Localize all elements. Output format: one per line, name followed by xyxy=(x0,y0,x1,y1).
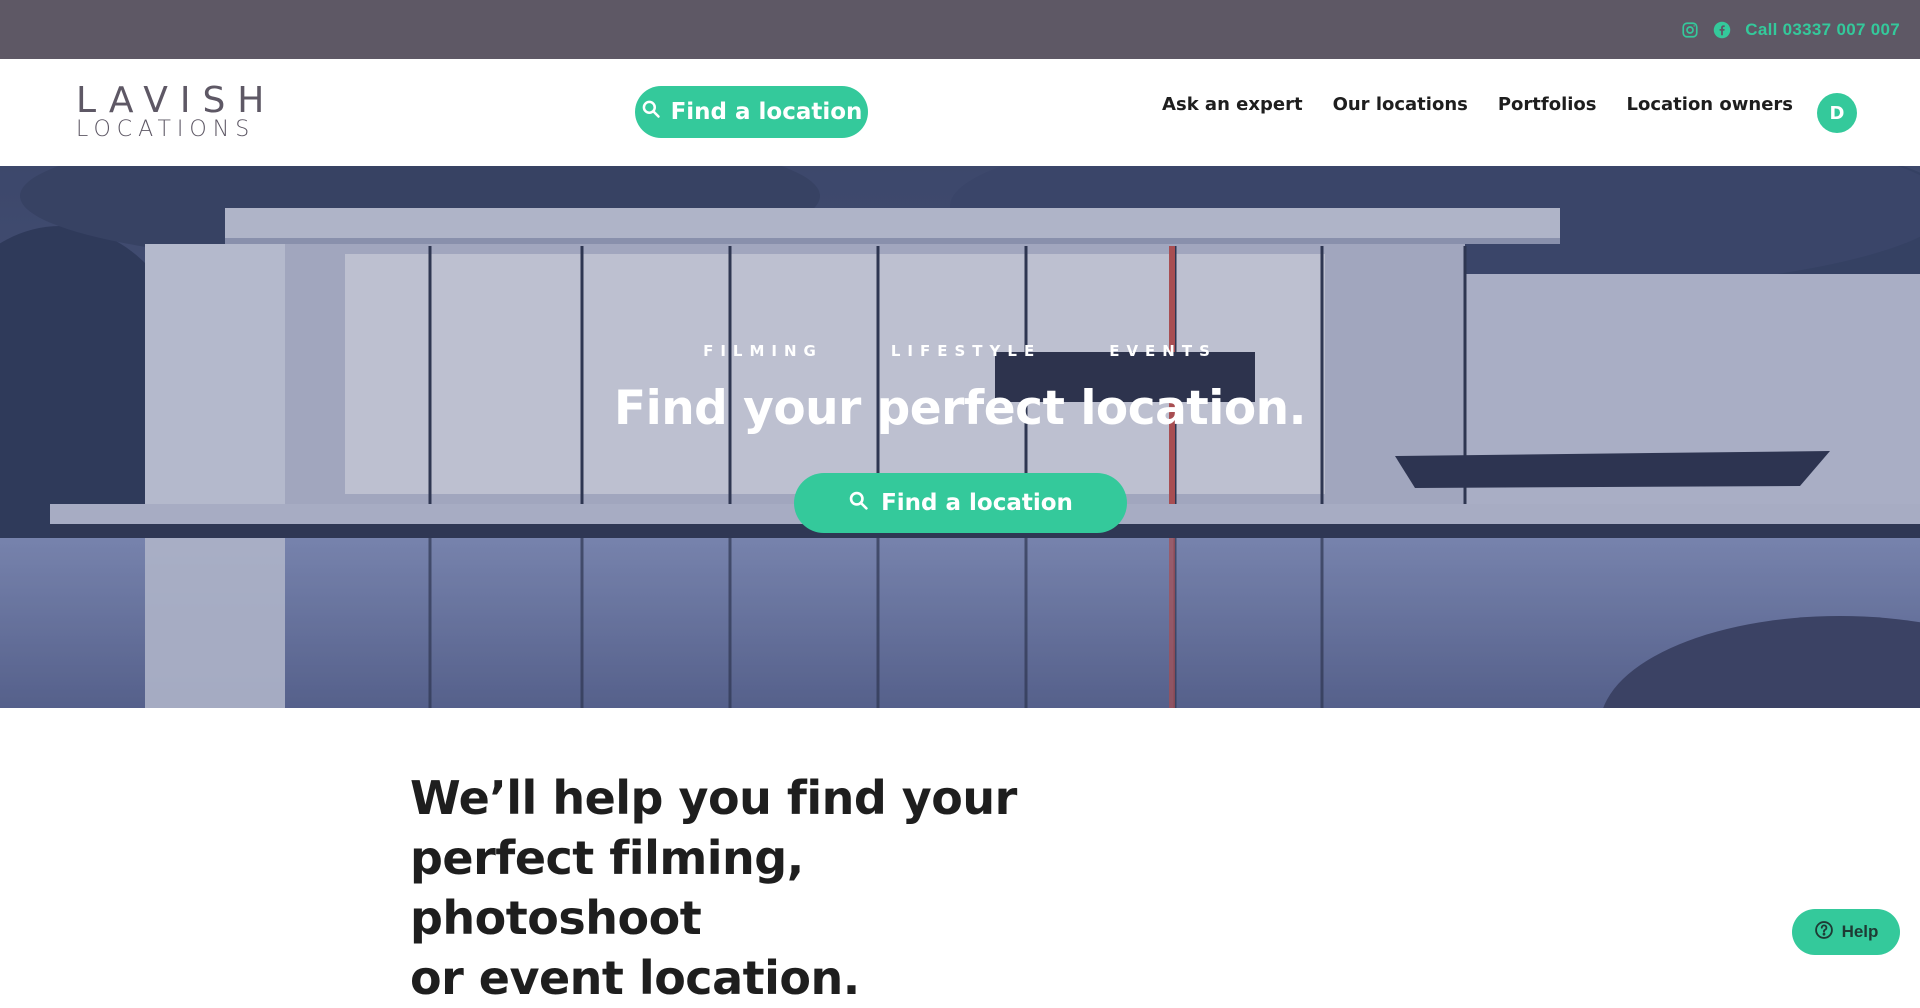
hero-banner: FILMING LIFESTYLE EVENTS Find your perfe… xyxy=(0,166,1920,708)
user-avatar[interactable]: D xyxy=(1817,93,1857,133)
facebook-icon[interactable] xyxy=(1713,21,1731,39)
intro-line-1: We’ll help you find your xyxy=(410,771,1017,825)
hero-find-location-button[interactable]: Find a location xyxy=(794,473,1127,533)
intro-heading: We’ll help you find your perfect filming… xyxy=(410,768,1110,1008)
top-utility-bar: Call 03337 007 007 xyxy=(0,0,1920,59)
hero-tag-list: FILMING LIFESTYLE EVENTS xyxy=(0,342,1920,360)
help-button[interactable]: Help xyxy=(1792,909,1900,955)
search-icon xyxy=(641,99,661,125)
logo-wordmark-top: LAVISH xyxy=(76,80,277,121)
nav-ask-an-expert[interactable]: Ask an expert xyxy=(1162,94,1303,115)
hero-tag-events: EVENTS xyxy=(1109,342,1217,360)
main-nav: Ask an expert Our locations Portfolios L… xyxy=(1162,94,1793,115)
nav-our-locations[interactable]: Our locations xyxy=(1333,94,1468,115)
hero-overlay xyxy=(0,166,1920,708)
intro-line-2: perfect filming, photoshoot xyxy=(410,831,804,945)
hero-tag-lifestyle: LIFESTYLE xyxy=(890,342,1042,360)
hero-find-location-label: Find a location xyxy=(881,490,1073,516)
header-find-location-button[interactable]: Find a location xyxy=(635,86,868,138)
header-find-location-label: Find a location xyxy=(670,99,863,125)
nav-location-owners[interactable]: Location owners xyxy=(1627,94,1793,115)
hero-tag-filming: FILMING xyxy=(703,342,823,360)
intro-line-3: or event location. xyxy=(410,951,860,1005)
instagram-icon[interactable] xyxy=(1681,21,1699,39)
search-icon xyxy=(848,490,869,517)
hero-title: Find your perfect location. xyxy=(614,381,1306,436)
logo[interactable]: LAVISH LOCATIONS xyxy=(76,80,277,142)
site-header: LAVISH LOCATIONS Find a location Ask an … xyxy=(0,59,1920,166)
call-phone-link[interactable]: Call 03337 007 007 xyxy=(1745,20,1900,40)
help-circle-icon xyxy=(1814,920,1834,945)
nav-portfolios[interactable]: Portfolios xyxy=(1498,94,1597,115)
logo-wordmark-bottom: LOCATIONS xyxy=(76,117,256,142)
topbar-links: Call 03337 007 007 xyxy=(1681,0,1900,59)
help-label: Help xyxy=(1841,922,1879,941)
